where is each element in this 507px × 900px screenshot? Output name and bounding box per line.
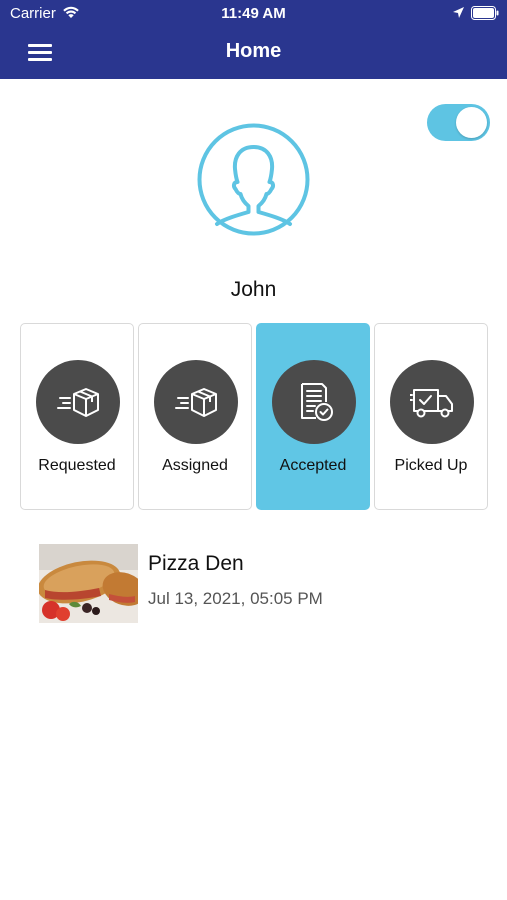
tab-icon-circle bbox=[36, 360, 120, 444]
toggle-knob bbox=[456, 107, 487, 138]
tab-icon-circle bbox=[390, 360, 474, 444]
tab-label: Accepted bbox=[279, 457, 347, 474]
tab-assigned[interactable]: Assigned bbox=[138, 323, 252, 510]
tab-label: Assigned bbox=[162, 457, 228, 474]
package-fast-icon bbox=[175, 388, 217, 417]
status-time: 11:49 AM bbox=[221, 5, 286, 22]
order-list-item[interactable]: Pizza Den Jul 13, 2021, 05:05 PM bbox=[39, 544, 469, 624]
status-bar: Carrier 11:49 AM bbox=[0, 0, 507, 28]
delivery-truck-icon bbox=[410, 389, 453, 418]
order-restaurant-name: Pizza Den bbox=[148, 552, 244, 575]
tab-icon-circle bbox=[272, 360, 356, 444]
tab-picked-up[interactable]: Picked Up bbox=[374, 323, 488, 510]
page-title: Home bbox=[225, 40, 282, 62]
user-avatar-icon bbox=[197, 123, 310, 236]
app-header: Carrier 11:49 AM Home bbox=[0, 0, 507, 79]
battery-icon bbox=[471, 6, 499, 20]
location-icon bbox=[453, 7, 464, 18]
user-name: John bbox=[230, 278, 277, 301]
tab-requested[interactable]: Requested bbox=[20, 323, 134, 510]
tab-label: Picked Up bbox=[394, 457, 468, 474]
tab-accepted[interactable]: Accepted bbox=[256, 323, 370, 510]
checklist-icon bbox=[301, 383, 333, 421]
tab-label: Requested bbox=[38, 457, 116, 474]
food-thumbnail bbox=[39, 544, 138, 623]
availability-toggle[interactable] bbox=[427, 104, 490, 141]
order-date: Jul 13, 2021, 05:05 PM bbox=[148, 589, 323, 608]
tab-icon-circle bbox=[154, 360, 238, 444]
package-fast-icon bbox=[57, 388, 99, 417]
